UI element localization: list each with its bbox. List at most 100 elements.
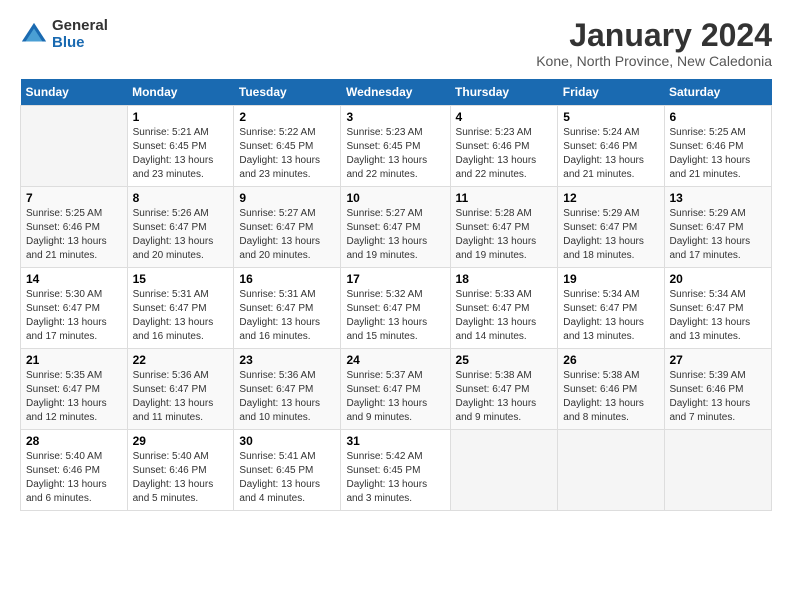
day-detail: Sunrise: 5:36 AMSunset: 6:47 PMDaylight:… (133, 370, 214, 423)
calendar-week-5: 28Sunrise: 5:40 AMSunset: 6:46 PMDayligh… (21, 430, 772, 511)
calendar-cell: 1 Sunrise: 5:21 AMSunset: 6:45 PMDaylight… (127, 106, 234, 187)
calendar-table: SundayMondayTuesdayWednesdayThursdayFrid… (20, 79, 772, 511)
calendar-cell: 5 Sunrise: 5:24 AMSunset: 6:46 PMDaylight… (558, 106, 664, 187)
day-detail: Sunrise: 5:38 AMSunset: 6:46 PMDaylight:… (563, 370, 644, 423)
day-header-thursday: Thursday (450, 79, 558, 106)
day-detail: Sunrise: 5:39 AMSunset: 6:46 PMDaylight:… (670, 370, 751, 423)
day-detail: Sunrise: 5:25 AMSunset: 6:46 PMDaylight:… (26, 208, 107, 261)
calendar-cell: 17Sunrise: 5:32 AMSunset: 6:47 PMDayligh… (341, 268, 450, 349)
header: General Blue January 2024 Kone, North Pr… (20, 18, 772, 69)
day-number: 7 (26, 191, 122, 205)
calendar-cell: 23Sunrise: 5:36 AMSunset: 6:47 PMDayligh… (234, 349, 341, 430)
logo-icon (20, 21, 48, 49)
day-detail: Sunrise: 5:26 AMSunset: 6:47 PMDaylight:… (133, 208, 214, 261)
day-number: 27 (670, 353, 767, 367)
day-detail: Sunrise: 5:27 AMSunset: 6:47 PMDaylight:… (346, 208, 427, 261)
calendar-cell: 11 Sunrise: 5:28 AMSunset: 6:47 PMDayligh… (450, 187, 558, 268)
calendar-cell: 29 Sunrise: 5:40 AMSunset: 6:46 PMDayligh… (127, 430, 234, 511)
day-number: 15 (133, 272, 229, 286)
day-number: 31 (346, 434, 444, 448)
day-detail: Sunrise: 5:22 AMSunset: 6:45 PMDaylight:… (239, 127, 320, 180)
day-detail: Sunrise: 5:31 AMSunset: 6:47 PMDaylight:… (239, 289, 320, 342)
day-number: 23 (239, 353, 335, 367)
day-detail: Sunrise: 5:41 AMSunset: 6:45 PMDaylight:… (239, 451, 320, 504)
day-detail: Sunrise: 5:30 AMSunset: 6:47 PMDaylight:… (26, 289, 107, 342)
calendar-cell: 31 Sunrise: 5:42 AMSunset: 6:45 PMDayligh… (341, 430, 450, 511)
day-number: 13 (670, 191, 767, 205)
day-number: 18 (456, 272, 553, 286)
day-number: 3 (346, 110, 444, 124)
calendar-cell: 22 Sunrise: 5:36 AMSunset: 6:47 PMDayligh… (127, 349, 234, 430)
calendar-cell: 7 Sunrise: 5:25 AMSunset: 6:46 PMDaylight… (21, 187, 128, 268)
day-header-tuesday: Tuesday (234, 79, 341, 106)
logo: General Blue (20, 18, 108, 51)
day-detail: Sunrise: 5:29 AMSunset: 6:47 PMDaylight:… (563, 208, 644, 261)
calendar-cell: 21Sunrise: 5:35 AMSunset: 6:47 PMDayligh… (21, 349, 128, 430)
calendar-cell: 25 Sunrise: 5:38 AMSunset: 6:47 PMDayligh… (450, 349, 558, 430)
day-number: 24 (346, 353, 444, 367)
day-detail: Sunrise: 5:33 AMSunset: 6:47 PMDaylight:… (456, 289, 537, 342)
day-number: 29 (133, 434, 229, 448)
day-number: 14 (26, 272, 122, 286)
day-detail: Sunrise: 5:24 AMSunset: 6:46 PMDaylight:… (563, 127, 644, 180)
day-number: 9 (239, 191, 335, 205)
day-number: 4 (456, 110, 553, 124)
subtitle: Kone, North Province, New Caledonia (536, 53, 772, 69)
day-number: 8 (133, 191, 229, 205)
day-number: 21 (26, 353, 122, 367)
day-detail: Sunrise: 5:21 AMSunset: 6:45 PMDaylight:… (133, 127, 214, 180)
day-number: 25 (456, 353, 553, 367)
day-number: 22 (133, 353, 229, 367)
calendar-week-1: 1 Sunrise: 5:21 AMSunset: 6:45 PMDaylight… (21, 106, 772, 187)
day-detail: Sunrise: 5:28 AMSunset: 6:47 PMDaylight:… (456, 208, 537, 261)
calendar-cell: 18 Sunrise: 5:33 AMSunset: 6:47 PMDayligh… (450, 268, 558, 349)
day-detail: Sunrise: 5:38 AMSunset: 6:47 PMDaylight:… (456, 370, 537, 423)
day-number: 6 (670, 110, 767, 124)
calendar-cell: 14 Sunrise: 5:30 AMSunset: 6:47 PMDayligh… (21, 268, 128, 349)
day-detail: Sunrise: 5:42 AMSunset: 6:45 PMDaylight:… (346, 451, 427, 504)
calendar-cell (558, 430, 664, 511)
calendar-week-2: 7 Sunrise: 5:25 AMSunset: 6:46 PMDaylight… (21, 187, 772, 268)
day-detail: Sunrise: 5:27 AMSunset: 6:47 PMDaylight:… (239, 208, 320, 261)
day-header-wednesday: Wednesday (341, 79, 450, 106)
day-number: 16 (239, 272, 335, 286)
calendar-cell: 2 Sunrise: 5:22 AMSunset: 6:45 PMDaylight… (234, 106, 341, 187)
day-detail: Sunrise: 5:40 AMSunset: 6:46 PMDaylight:… (133, 451, 214, 504)
day-header-sunday: Sunday (21, 79, 128, 106)
calendar-cell: 15 Sunrise: 5:31 AMSunset: 6:47 PMDayligh… (127, 268, 234, 349)
calendar-week-3: 14 Sunrise: 5:30 AMSunset: 6:47 PMDayligh… (21, 268, 772, 349)
day-detail: Sunrise: 5:34 AMSunset: 6:47 PMDaylight:… (670, 289, 751, 342)
calendar-cell: 27 Sunrise: 5:39 AMSunset: 6:46 PMDayligh… (664, 349, 772, 430)
day-number: 1 (133, 110, 229, 124)
day-detail: Sunrise: 5:40 AMSunset: 6:46 PMDaylight:… (26, 451, 107, 504)
day-header-friday: Friday (558, 79, 664, 106)
page-container: General Blue January 2024 Kone, North Pr… (0, 0, 792, 521)
day-number: 5 (563, 110, 658, 124)
calendar-cell: 9 Sunrise: 5:27 AMSunset: 6:47 PMDaylight… (234, 187, 341, 268)
main-title: January 2024 (536, 18, 772, 53)
calendar-cell: 4 Sunrise: 5:23 AMSunset: 6:46 PMDaylight… (450, 106, 558, 187)
calendar-cell: 30 Sunrise: 5:41 AMSunset: 6:45 PMDayligh… (234, 430, 341, 511)
logo-text: General Blue (52, 18, 108, 51)
calendar-cell: 24Sunrise: 5:37 AMSunset: 6:47 PMDayligh… (341, 349, 450, 430)
day-detail: Sunrise: 5:25 AMSunset: 6:46 PMDaylight:… (670, 127, 751, 180)
calendar-cell (450, 430, 558, 511)
calendar-week-4: 21Sunrise: 5:35 AMSunset: 6:47 PMDayligh… (21, 349, 772, 430)
day-detail: Sunrise: 5:34 AMSunset: 6:47 PMDaylight:… (563, 289, 644, 342)
day-number: 12 (563, 191, 658, 205)
day-number: 30 (239, 434, 335, 448)
header-row: SundayMondayTuesdayWednesdayThursdayFrid… (21, 79, 772, 106)
day-detail: Sunrise: 5:29 AMSunset: 6:47 PMDaylight:… (670, 208, 751, 261)
day-detail: Sunrise: 5:32 AMSunset: 6:47 PMDaylight:… (346, 289, 427, 342)
calendar-cell: 20Sunrise: 5:34 AMSunset: 6:47 PMDayligh… (664, 268, 772, 349)
calendar-cell: 10Sunrise: 5:27 AMSunset: 6:47 PMDayligh… (341, 187, 450, 268)
logo-general-text: General (52, 18, 108, 35)
logo-blue-text: Blue (52, 35, 108, 52)
day-detail: Sunrise: 5:31 AMSunset: 6:47 PMDaylight:… (133, 289, 214, 342)
day-number: 11 (456, 191, 553, 205)
day-number: 2 (239, 110, 335, 124)
title-section: January 2024 Kone, North Province, New C… (536, 18, 772, 69)
calendar-cell: 6 Sunrise: 5:25 AMSunset: 6:46 PMDaylight… (664, 106, 772, 187)
calendar-cell: 26Sunrise: 5:38 AMSunset: 6:46 PMDayligh… (558, 349, 664, 430)
day-detail: Sunrise: 5:23 AMSunset: 6:46 PMDaylight:… (456, 127, 537, 180)
